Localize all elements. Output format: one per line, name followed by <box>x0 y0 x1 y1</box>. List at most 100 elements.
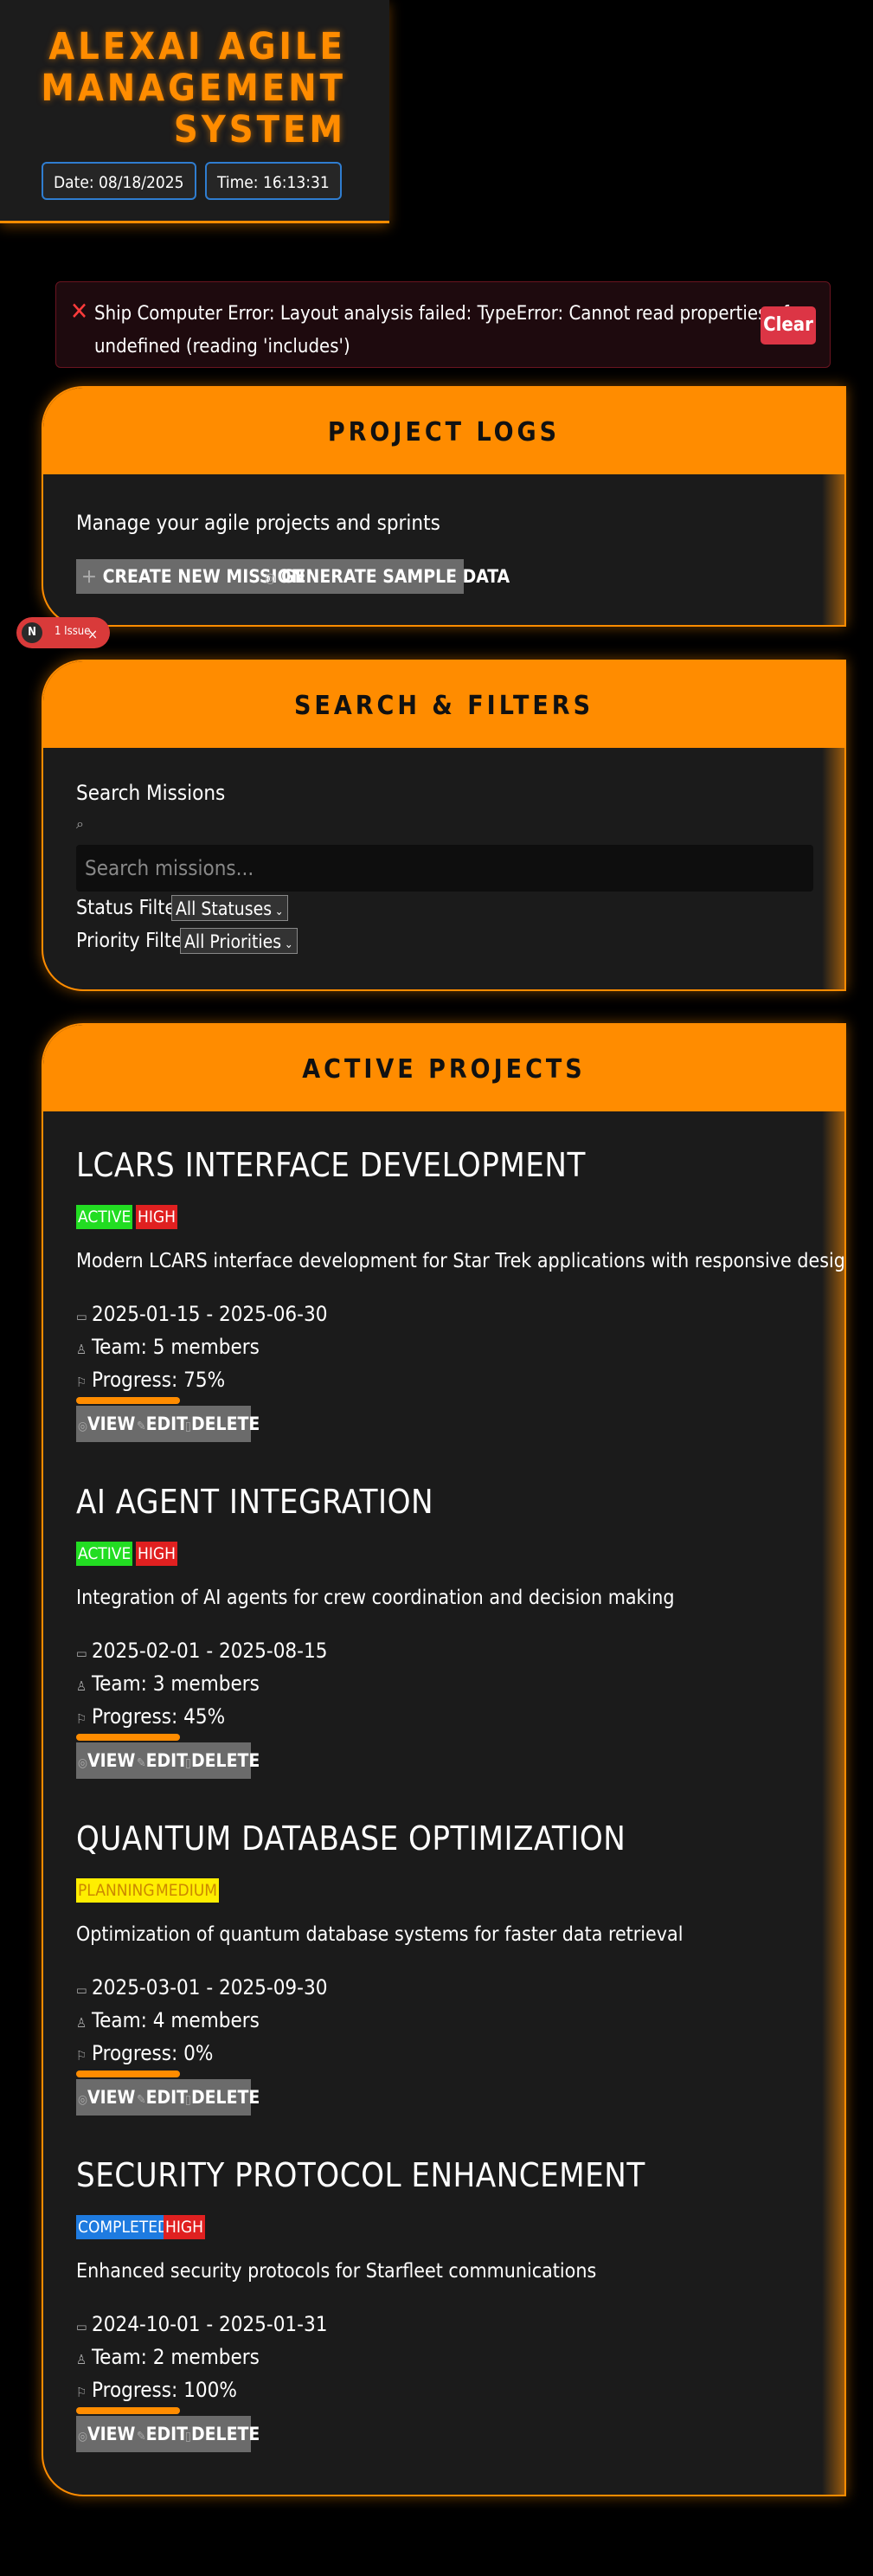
error-message: Ship Computer Error: Layout analysis fai… <box>94 303 789 357</box>
clear-error-button[interactable]: Clear <box>761 306 816 345</box>
plus-icon: ＋ <box>81 569 97 587</box>
search-label: Search Missions <box>76 781 226 805</box>
view-label: VIEW <box>87 1750 136 1771</box>
project-logs-panel: PROJECT LOGS Manage your agile projects … <box>42 386 846 627</box>
project-dates: ▭ 2025-02-01 - 2025-08-15 <box>76 1639 327 1663</box>
calendar-icon: ▭ <box>76 1645 87 1661</box>
trash-icon: ▯ <box>185 1756 191 1770</box>
edit-button[interactable]: ✎EDIT <box>137 1406 188 1445</box>
project-team-text: Team: 2 members <box>92 2345 260 2369</box>
view-button[interactable]: ◎VIEW <box>78 2079 135 2118</box>
panel-title: PROJECT LOGS <box>327 417 561 448</box>
view-button[interactable]: ◎VIEW <box>78 2416 135 2455</box>
delete-button[interactable]: ▯DELETE <box>185 2416 260 2455</box>
delete-button[interactable]: ▯DELETE <box>185 1406 260 1445</box>
system-header: ALEXAI AGILE MANAGEMENT SYSTEM Date: 08/… <box>0 0 389 223</box>
project-progress-text: Progress: 45% <box>92 1704 226 1729</box>
view-button[interactable]: ◎VIEW <box>78 1406 135 1445</box>
pencil-icon: ✎ <box>137 2093 146 2107</box>
project-card: LCARS INTERFACE DEVELOPMENT ACTIVE HIGH Mod… <box>43 1146 844 1483</box>
project-title[interactable]: LCARS INTERFACE DEVELOPMENT <box>76 1146 586 1184</box>
priority-badge: HIGH <box>136 1542 178 1566</box>
priority-badge: HIGH <box>136 1205 178 1229</box>
progress-bar <box>76 2407 180 2414</box>
progress-bar <box>76 1734 180 1741</box>
project-actions: ◎VIEW ✎EDIT ▯DELETE <box>76 2416 260 2455</box>
pencil-icon: ✎ <box>137 1420 146 1433</box>
project-card: AI AGENT INTEGRATION ACTIVE HIGH Integratio… <box>43 1483 844 1819</box>
panel-title: SEARCH & FILTERS <box>293 691 594 721</box>
project-progress: ⚐ Progress: 0% <box>76 2041 213 2065</box>
edit-button[interactable]: ✎EDIT <box>137 2416 188 2455</box>
project-dates-text: 2025-02-01 - 2025-08-15 <box>92 1639 328 1663</box>
close-icon[interactable]: × <box>87 628 98 641</box>
eye-icon: ◎ <box>78 2093 87 2107</box>
project-title[interactable]: SECURITY PROTOCOL ENHANCEMENT <box>76 2156 645 2194</box>
calendar-icon: ▭ <box>76 2319 87 2334</box>
project-actions-bar: ＋ CREATE NEW MISSION ◎ GENERATE SAMPLE D… <box>76 559 510 594</box>
project-title[interactable]: AI AGENT INTEGRATION <box>76 1483 433 1521</box>
delete-label: DELETE <box>190 2087 260 2108</box>
error-banner: ✕ Ship Computer Error: Layout analysis f… <box>55 281 831 368</box>
project-actions: ◎VIEW ✎EDIT ▯DELETE <box>76 1742 260 1781</box>
project-actions: ◎VIEW ✎EDIT ▯DELETE <box>76 2079 260 2118</box>
project-team-text: Team: 5 members <box>92 1335 260 1359</box>
delete-button[interactable]: ▯DELETE <box>185 1742 260 1781</box>
status-badge: ACTIVE <box>76 1205 133 1229</box>
status-badge: PLANNING <box>76 1878 157 1903</box>
flag-icon: ⚐ <box>76 1375 87 1390</box>
panel-header: ACTIVE PROJECTS <box>43 1025 844 1111</box>
status-filter-select[interactable]: All Statuses ⌄ <box>171 895 288 921</box>
app-title-line-1: ALEXAI AGILE <box>48 25 346 68</box>
delete-label: DELETE <box>190 1414 260 1434</box>
project-card: SECURITY PROTOCOL ENHANCEMENT COMPLETED HI… <box>43 2156 844 2493</box>
active-projects-panel: ACTIVE PROJECTS LCARS INTERFACE DEVELOPM… <box>42 1023 846 2496</box>
nextjs-logo-icon: N <box>22 622 42 643</box>
progress-bar-fill <box>76 2407 180 2414</box>
trash-icon: ▯ <box>185 1420 191 1433</box>
user-icon: ♙ <box>76 1678 87 1694</box>
panel-header: PROJECT LOGS <box>43 388 844 474</box>
project-team: ♙ Team: 4 members <box>76 2008 260 2032</box>
view-label: VIEW <box>87 2087 136 2108</box>
calendar-icon: ▭ <box>76 1982 87 1998</box>
project-progress-text: Progress: 100% <box>92 2378 237 2402</box>
panel-edge <box>822 748 844 989</box>
project-description: Enhanced security protocols for Starflee… <box>76 2260 597 2283</box>
generate-sample-label: GENERATE SAMPLE DATA <box>281 566 510 587</box>
chevron-down-icon: ⌄ <box>272 905 284 918</box>
project-dates-text: 2024-10-01 - 2025-01-31 <box>92 2312 328 2336</box>
project-logs-subtitle: Manage your agile projects and sprints <box>76 511 440 535</box>
view-label: VIEW <box>87 2424 136 2444</box>
project-progress: ⚐ Progress: 100% <box>76 2378 237 2402</box>
project-team: ♙ Team: 2 members <box>76 2345 260 2369</box>
priority-badge: MEDIUM <box>154 1878 220 1903</box>
app-title-line-2: MANAGEMENT <box>41 67 346 110</box>
eye-icon: ◎ <box>265 570 276 586</box>
project-dates-text: 2025-03-01 - 2025-09-30 <box>92 1975 328 2000</box>
user-icon: ♙ <box>76 2015 87 2031</box>
user-icon: ♙ <box>76 1342 87 1357</box>
project-progress: ⚐ Progress: 75% <box>76 1368 225 1392</box>
eye-icon: ◎ <box>78 2430 87 2444</box>
pencil-icon: ✎ <box>137 2430 146 2444</box>
project-team: ♙ Team: 3 members <box>76 1671 260 1696</box>
priority-filter-select[interactable]: All Priorities ⌄ <box>180 928 298 954</box>
progress-bar-fill <box>76 2070 180 2077</box>
flag-icon: ⚐ <box>76 2048 87 2064</box>
progress-bar <box>76 1397 180 1404</box>
generate-sample-button[interactable]: ◎ GENERATE SAMPLE DATA <box>265 559 510 596</box>
view-button[interactable]: ◎VIEW <box>78 1742 135 1781</box>
edit-button[interactable]: ✎EDIT <box>137 1742 188 1781</box>
delete-button[interactable]: ▯DELETE <box>185 2079 260 2118</box>
edit-button[interactable]: ✎EDIT <box>137 2079 188 2118</box>
progress-bar-fill <box>76 1734 180 1741</box>
dev-issue-badge[interactable]: N 1 Issue × <box>16 617 110 648</box>
priority-filter-label: Priority Filter <box>76 930 190 952</box>
chevron-down-icon: ⌄ <box>281 938 293 951</box>
project-title[interactable]: QUANTUM DATABASE OPTIMIZATION <box>76 1819 626 1858</box>
project-dates: ▭ 2025-01-15 - 2025-06-30 <box>76 1302 327 1326</box>
project-card: QUANTUM DATABASE OPTIMIZATION PLANNING MED… <box>43 1819 844 2156</box>
search-input[interactable]: Search missions... <box>76 845 813 892</box>
edit-label: EDIT <box>145 2087 189 2108</box>
